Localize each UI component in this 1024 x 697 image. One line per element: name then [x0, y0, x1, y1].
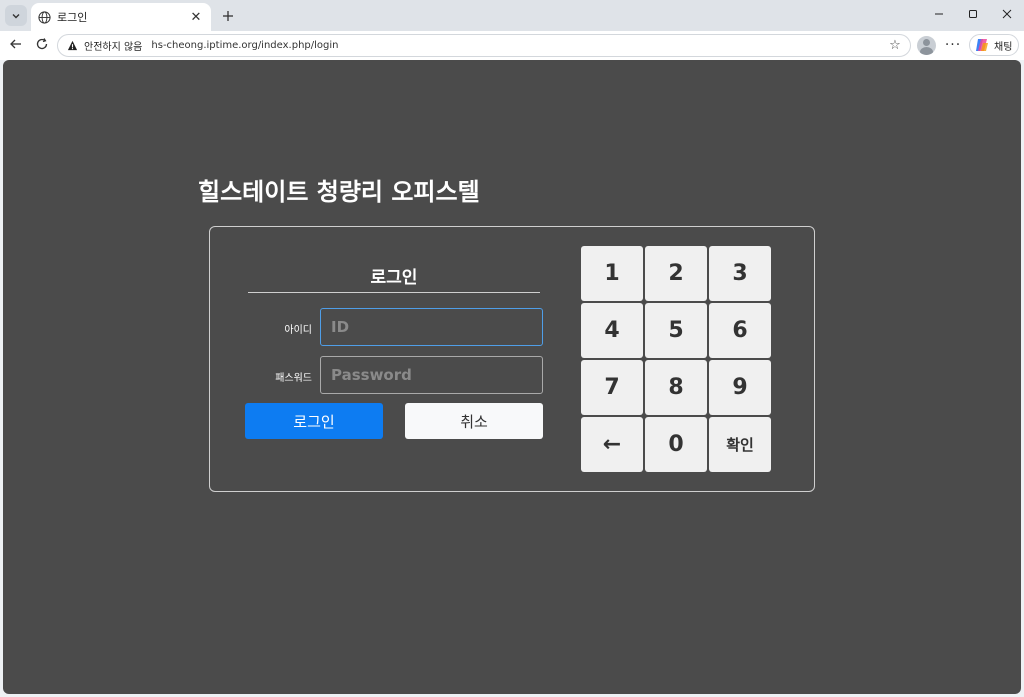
address-bar[interactable]: 안전하지 않음 hs-cheong.iptime.org/index.php/l…: [57, 34, 911, 57]
copilot-label: 채팅: [994, 41, 1013, 53]
tab-active[interactable]: 로그인 ✕: [31, 3, 211, 31]
login-heading: 로그인: [370, 268, 418, 288]
copilot-icon: [974, 37, 990, 53]
close-icon: [1002, 8, 1012, 22]
security-status[interactable]: 안전하지 않음: [84, 38, 142, 53]
keypad-key-confirm[interactable]: 확인: [709, 417, 771, 472]
window-controls: [922, 0, 1024, 30]
cancel-button[interactable]: 취소: [405, 403, 543, 439]
new-tab-button[interactable]: [218, 6, 238, 26]
page-title: 힐스테이트 청량리 오피스텔: [198, 178, 480, 206]
browser-window: 로그인 ✕ 안전하지 않음 hs-cheong.iptime.org/index…: [0, 0, 1024, 697]
minimize-button[interactable]: [922, 0, 956, 30]
password-input[interactable]: [320, 356, 543, 394]
avatar-icon[interactable]: [917, 36, 936, 55]
minimize-icon: [934, 8, 944, 22]
keypad-key-2[interactable]: 2: [645, 246, 707, 301]
maximize-button[interactable]: [956, 0, 990, 30]
tab-actions-button[interactable]: [5, 5, 27, 26]
browser-toolbar: 안전하지 않음 hs-cheong.iptime.org/index.php/l…: [0, 31, 1024, 60]
password-label: 패스워드: [275, 373, 312, 384]
keypad-key-7[interactable]: 7: [581, 360, 643, 415]
login-panel: 로그인 아이디 패스워드 로그인 취소 1 2 3 4 5 6 7 8 9 ← …: [209, 226, 815, 492]
keypad-key-1[interactable]: 1: [581, 246, 643, 301]
keypad-key-backspace[interactable]: ←: [581, 417, 643, 472]
login-button[interactable]: 로그인: [245, 403, 383, 439]
id-input[interactable]: [320, 308, 543, 346]
keypad-key-5[interactable]: 5: [645, 303, 707, 358]
page-viewport: 힐스테이트 청량리 오피스텔 로그인 아이디 패스워드 로그인 취소 1 2 3…: [3, 60, 1021, 694]
close-icon[interactable]: ✕: [187, 8, 205, 26]
url-text[interactable]: hs-cheong.iptime.org/index.php/login: [151, 40, 886, 51]
chevron-down-icon: [11, 6, 21, 25]
tab-strip: 로그인 ✕: [0, 0, 1024, 31]
keypad-key-9[interactable]: 9: [709, 360, 771, 415]
back-button[interactable]: [5, 35, 27, 57]
tab-title: 로그인: [57, 11, 88, 24]
keypad-key-6[interactable]: 6: [709, 303, 771, 358]
divider: [248, 292, 540, 293]
numeric-keypad: 1 2 3 4 5 6 7 8 9 ← 0 확인: [581, 246, 773, 472]
copilot-chat-button[interactable]: 채팅: [969, 34, 1019, 56]
more-icon[interactable]: ···: [944, 35, 962, 55]
keypad-key-3[interactable]: 3: [709, 246, 771, 301]
reload-button[interactable]: [31, 35, 53, 57]
reload-icon: [35, 37, 49, 55]
avatar-head: [923, 39, 930, 46]
keypad-key-0[interactable]: 0: [645, 417, 707, 472]
star-icon[interactable]: ☆: [886, 37, 904, 55]
keypad-key-4[interactable]: 4: [581, 303, 643, 358]
close-window-button[interactable]: [990, 0, 1024, 30]
warning-icon[interactable]: [66, 40, 78, 52]
id-label: 아이디: [284, 325, 312, 336]
plus-icon: [222, 6, 234, 27]
maximize-icon: [968, 8, 978, 22]
globe-icon: [37, 10, 51, 24]
keypad-key-8[interactable]: 8: [645, 360, 707, 415]
back-arrow-icon: [9, 37, 23, 55]
avatar-body: [920, 47, 933, 55]
